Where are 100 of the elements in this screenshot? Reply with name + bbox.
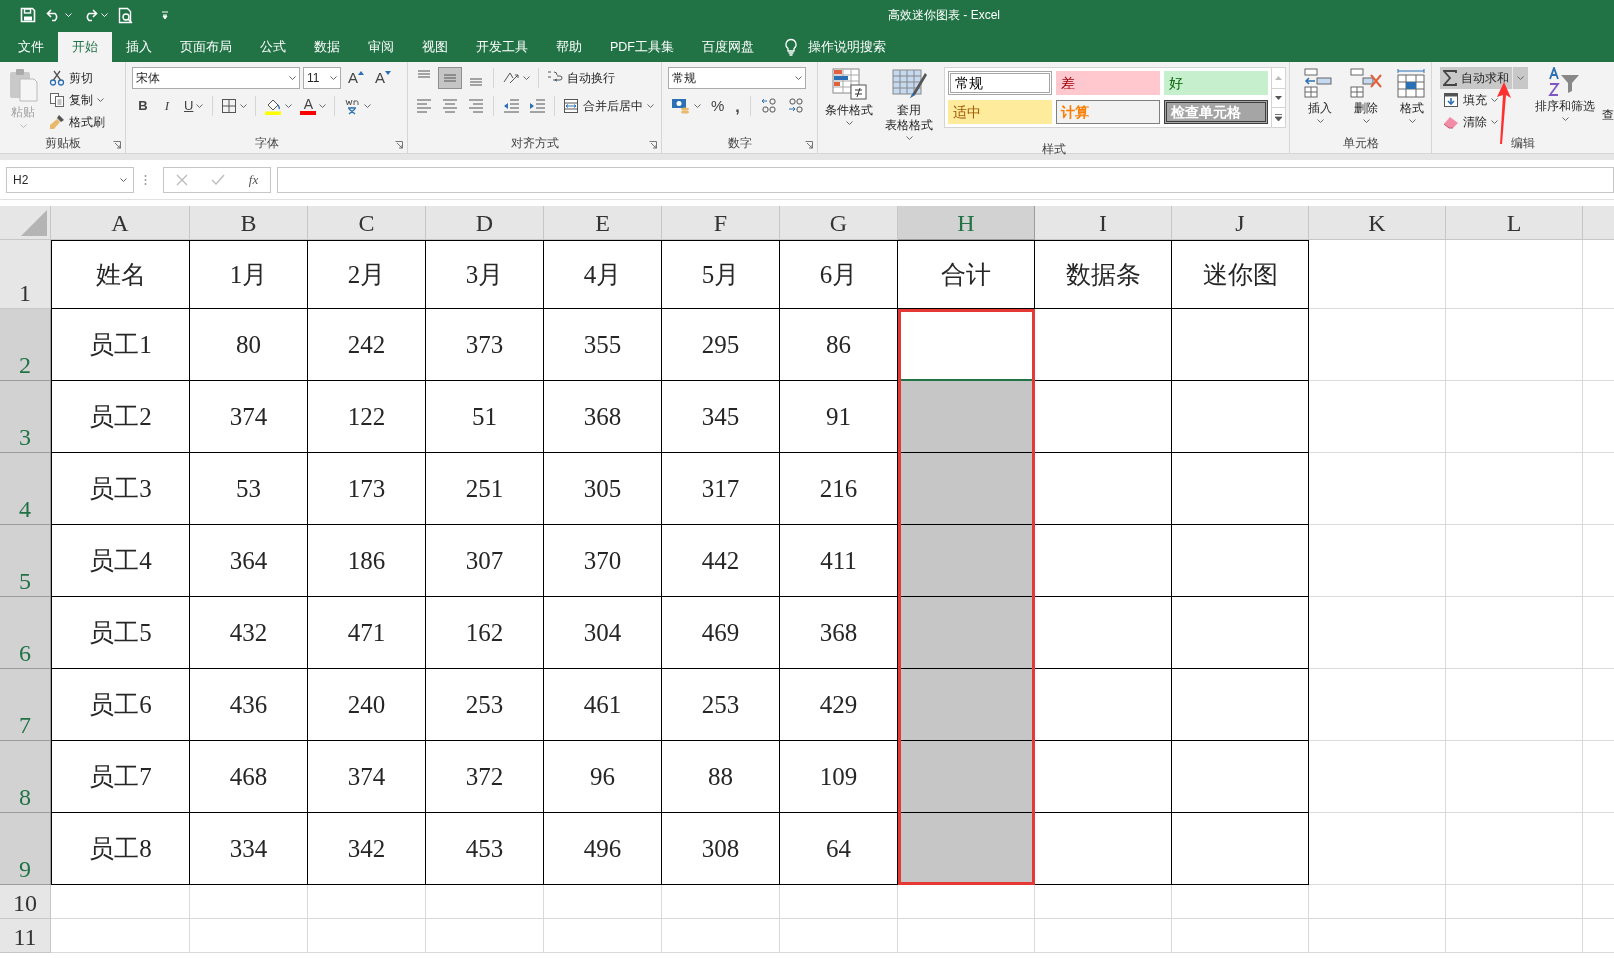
ribbon-tab[interactable]: PDF工具集 — [596, 32, 688, 62]
column-header[interactable]: L — [1446, 206, 1583, 240]
font-name-dropdown[interactable]: 宋体 — [132, 67, 300, 89]
scroll-down-button[interactable] — [1272, 88, 1285, 108]
insert-function-button[interactable]: fx — [248, 169, 259, 190]
conditional-formatting-button[interactable]: 条件格式 — [822, 67, 876, 125]
caret-icon[interactable] — [845, 121, 853, 125]
row-header[interactable]: 10 — [0, 885, 51, 919]
caret-icon[interactable] — [240, 104, 248, 108]
copy-button[interactable]: 复制 — [46, 89, 108, 111]
more-options-icon[interactable] — [144, 173, 147, 186]
caret-icon[interactable] — [1316, 119, 1324, 123]
sort-filter-button[interactable]: 排序和筛选 — [1532, 67, 1598, 121]
column-header[interactable] — [1583, 206, 1614, 240]
name-box[interactable]: H2 — [6, 166, 134, 193]
bold-button[interactable]: B — [132, 95, 154, 117]
italic-button[interactable]: I — [156, 95, 178, 117]
customize-icon[interactable] — [160, 10, 170, 20]
decrease-font-button[interactable]: A — [371, 67, 396, 89]
caret-icon[interactable] — [694, 104, 701, 108]
find-select-button[interactable]: 查 — [1602, 106, 1614, 124]
column-header[interactable]: F — [662, 206, 780, 240]
merge-center-button[interactable]: 合并后居中 — [560, 95, 657, 117]
cell-style-item[interactable]: 差 — [1056, 71, 1160, 95]
column-header[interactable]: B — [190, 206, 308, 240]
row-header[interactable]: 2 — [0, 309, 51, 381]
row-header[interactable]: 5 — [0, 525, 51, 597]
caret-icon[interactable] — [1491, 98, 1498, 102]
empty-cell[interactable] — [1172, 813, 1309, 885]
cell-style-item[interactable]: 适中 — [948, 100, 1052, 124]
column-header[interactable]: H — [898, 206, 1035, 240]
number-format-dropdown[interactable]: 常规 — [668, 67, 806, 89]
row-header[interactable]: 11 — [0, 919, 51, 953]
caret-icon[interactable] — [523, 76, 530, 80]
column-header[interactable]: I — [1035, 206, 1172, 240]
empty-cell[interactable] — [1172, 741, 1309, 813]
dialog-launcher-icon[interactable] — [395, 141, 403, 149]
dialog-launcher-icon[interactable] — [805, 141, 813, 149]
ribbon-tab[interactable]: 百度网盘 — [688, 32, 768, 62]
caret-icon[interactable] — [97, 98, 104, 102]
caret-icon[interactable] — [120, 177, 127, 182]
caret-icon[interactable] — [795, 76, 802, 80]
format-as-table-button[interactable]: 套用 表格格式 — [882, 67, 936, 140]
ribbon-tab[interactable]: 审阅 — [354, 32, 408, 62]
caret-icon[interactable] — [285, 104, 293, 108]
font-color-button[interactable]: A — [297, 95, 330, 117]
caret-icon[interactable] — [647, 104, 654, 108]
column-header[interactable]: J — [1172, 206, 1309, 240]
dialog-launcher-icon[interactable] — [649, 141, 657, 149]
select-all-icon[interactable] — [21, 210, 47, 236]
ribbon-tab[interactable]: 插入 — [112, 32, 166, 62]
column-header[interactable]: K — [1309, 206, 1446, 240]
empty-cell[interactable] — [1172, 669, 1309, 741]
print-preview-icon[interactable] — [118, 6, 134, 24]
format-painter-button[interactable]: 格式刷 — [46, 111, 108, 133]
column-header[interactable]: C — [308, 206, 426, 240]
row-header[interactable]: 1 — [0, 240, 51, 309]
clear-button[interactable]: 清除 — [1440, 111, 1528, 133]
column-header[interactable]: E — [544, 206, 662, 240]
ribbon-tab[interactable]: 文件 — [4, 32, 58, 62]
caret-icon[interactable] — [1561, 117, 1569, 121]
cell-style-item[interactable]: 好 — [1164, 71, 1268, 95]
enter-icon[interactable] — [211, 173, 226, 186]
caret-icon[interactable] — [905, 136, 913, 140]
column-header[interactable]: G — [780, 206, 898, 240]
caret-icon[interactable] — [319, 104, 327, 108]
align-button[interactable] — [438, 67, 462, 89]
column-header[interactable]: D — [426, 206, 544, 240]
caret-icon[interactable] — [330, 76, 337, 80]
caret-icon[interactable] — [1408, 119, 1416, 123]
formula-input[interactable] — [277, 166, 1614, 193]
cut-button[interactable]: 剪切 — [46, 67, 108, 89]
wrap-text-button[interactable]: 自动换行 — [544, 67, 618, 89]
underline-button[interactable]: U — [180, 95, 208, 117]
cells-button[interactable]: 删除 — [1346, 67, 1386, 123]
row-header[interactable]: 7 — [0, 669, 51, 741]
ribbon-tab[interactable]: 视图 — [408, 32, 462, 62]
row-header[interactable]: 9 — [0, 813, 51, 885]
caret-icon[interactable] — [1491, 120, 1498, 124]
row-header[interactable]: 8 — [0, 741, 51, 813]
caret-icon[interactable] — [289, 76, 296, 80]
cancel-icon[interactable] — [175, 173, 188, 186]
caret-icon[interactable] — [1362, 119, 1370, 123]
comma-style-button[interactable]: , — [731, 95, 744, 117]
empty-cell[interactable] — [1172, 381, 1309, 453]
empty-cell[interactable] — [1172, 597, 1309, 669]
tell-me-search[interactable]: 操作说明搜索 — [808, 37, 886, 57]
save-icon[interactable] — [20, 7, 36, 23]
cells-button[interactable]: 插入 — [1300, 67, 1340, 123]
ribbon-tab[interactable]: 帮助 — [542, 32, 596, 62]
font-size-dropdown[interactable]: 11 — [303, 67, 341, 89]
lightbulb-icon[interactable] — [784, 38, 798, 56]
autosum-button[interactable]: 自动求和 — [1440, 67, 1528, 89]
ribbon-tab[interactable]: 公式 — [246, 32, 300, 62]
row-header[interactable]: 3 — [0, 381, 51, 453]
column-header[interactable]: A — [51, 206, 190, 240]
cells-button[interactable]: 格式 — [1392, 67, 1432, 123]
percent-button[interactable]: % — [707, 95, 729, 117]
ribbon-tab[interactable]: 数据 — [300, 32, 354, 62]
ribbon-tab[interactable]: 页面布局 — [166, 32, 246, 62]
